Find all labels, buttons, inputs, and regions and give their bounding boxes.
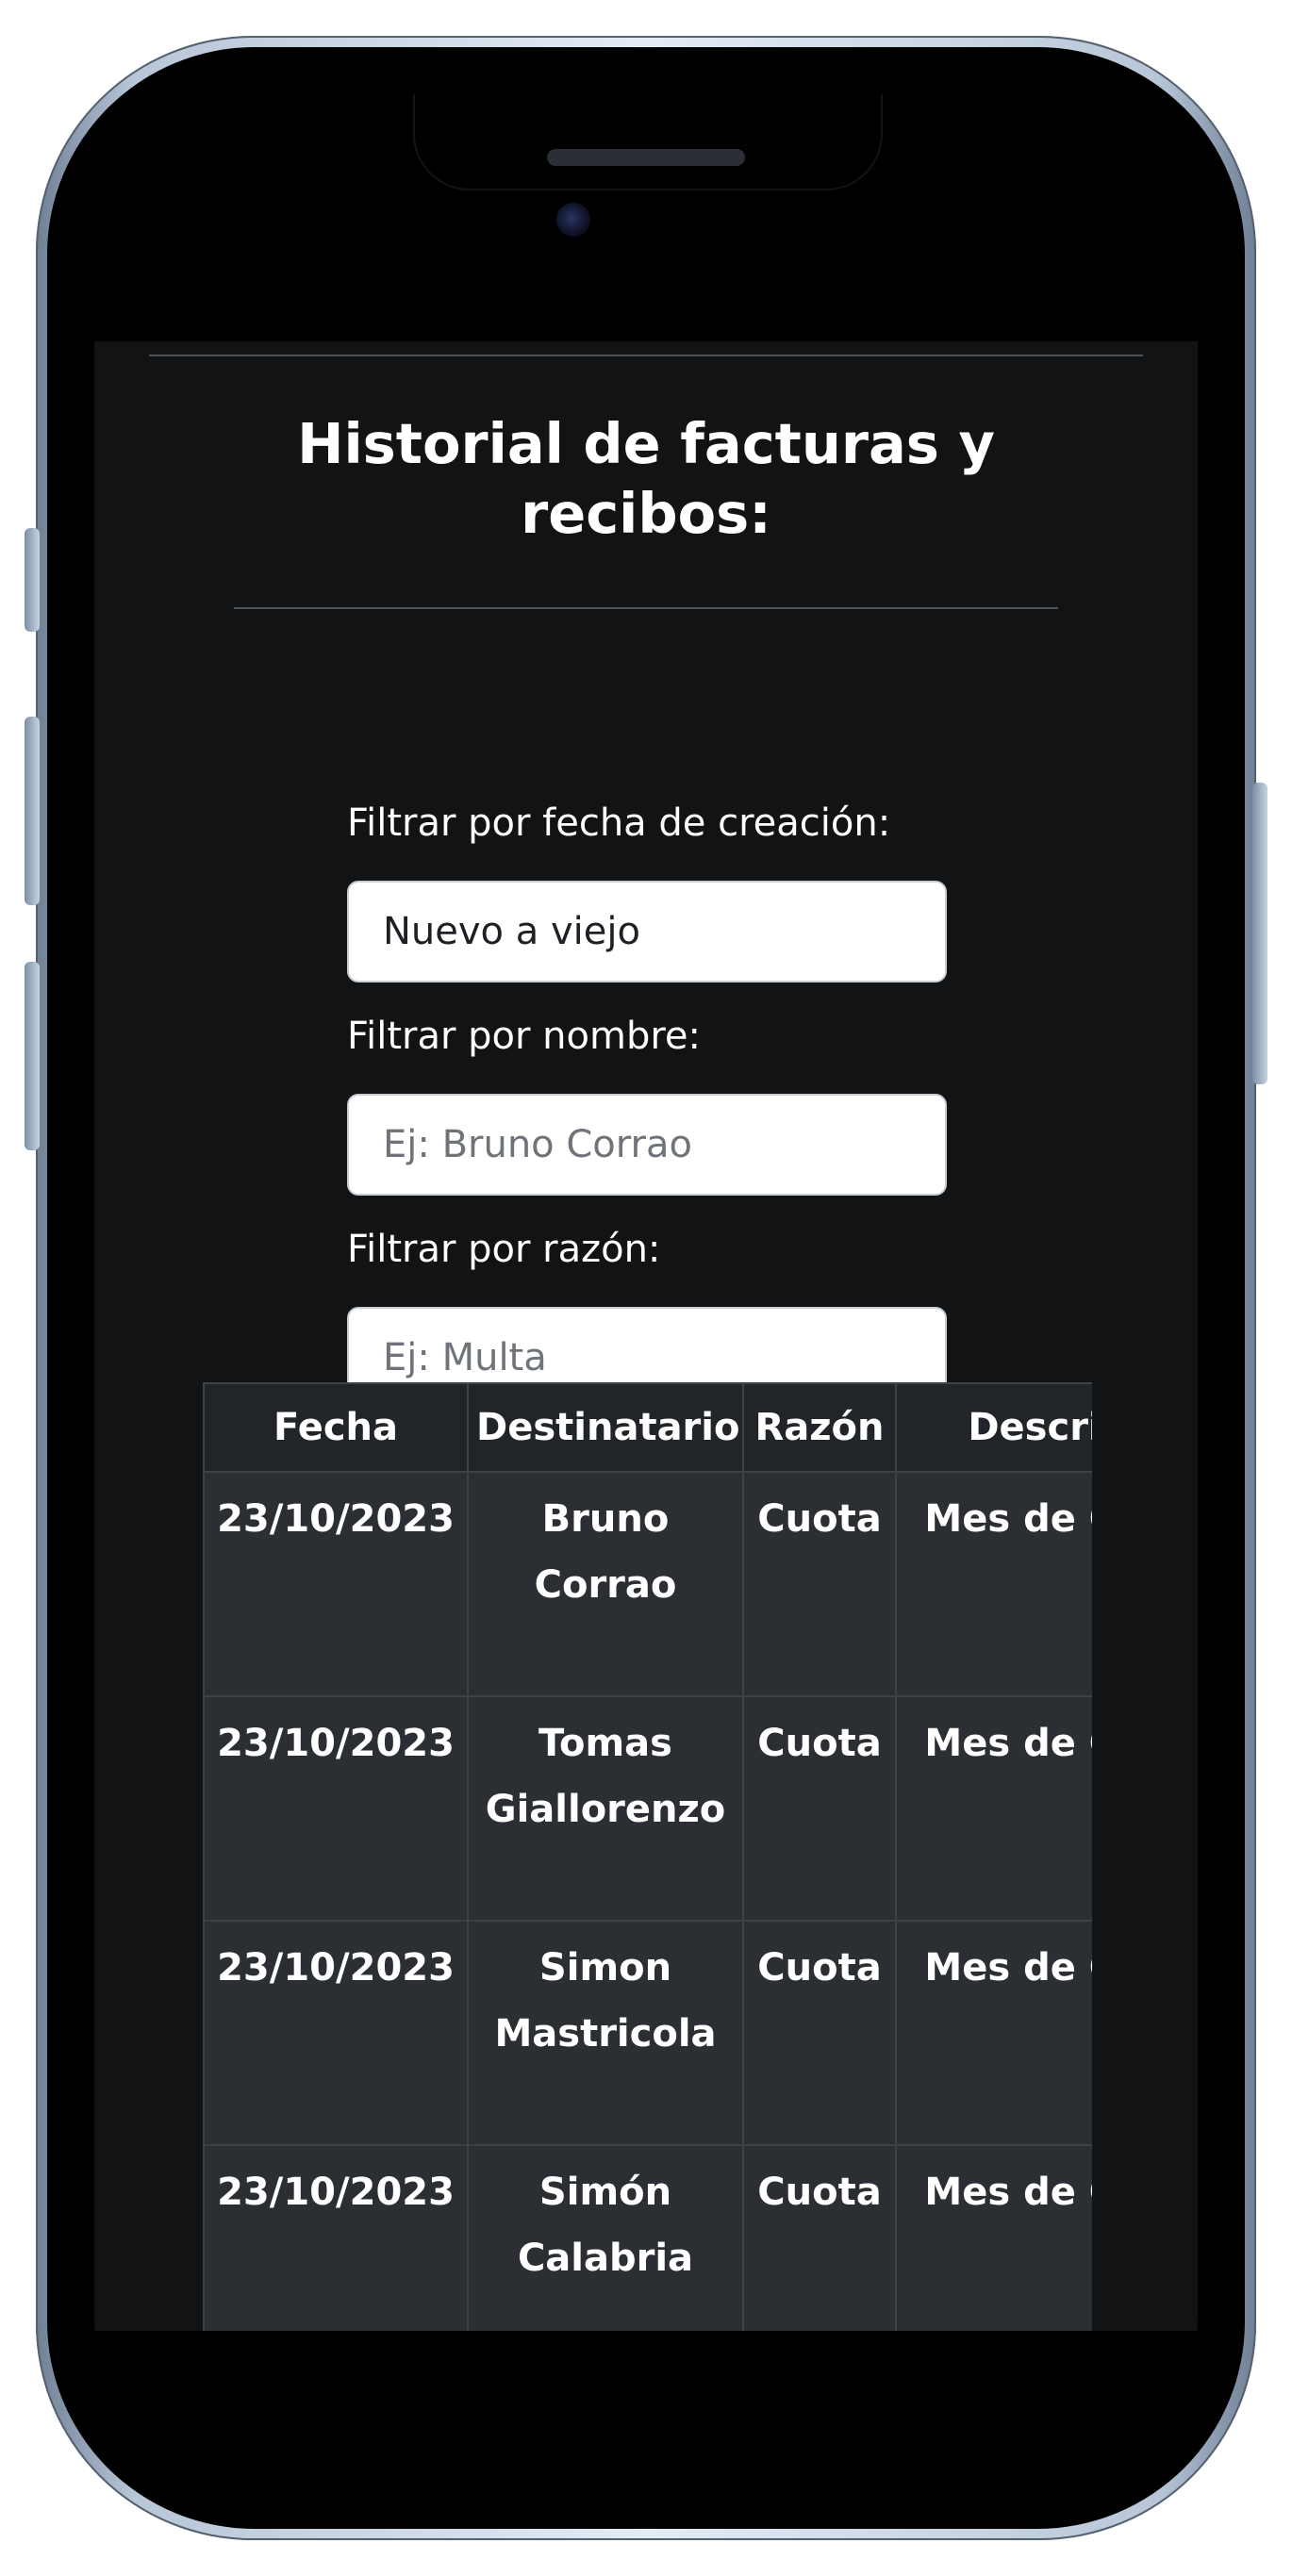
cell-descripcion: Mes de Octubre [895,1695,1092,1922]
date-filter-label: Filtrar por fecha de creación: [347,801,891,845]
header-razon: Razón [742,1382,897,1473]
cell-destinatario: Tomas Giallorenzo [467,1695,744,1922]
table-row: 23/10/2023 Bruno Corrao Cuota Mes de Oct… [203,1471,1092,1697]
side-button-volume-down [25,962,40,1150]
invoices-table: Fecha Destinatario Razón Descripción 23/… [203,1382,1092,2331]
cell-descripcion: Mes de Octubre [895,1471,1092,1697]
speaker-grille [547,149,745,166]
header-fecha: Fecha [203,1382,469,1473]
cell-fecha: 23/10/2023 [203,2144,469,2331]
divider [149,355,1143,356]
name-filter-label: Filtrar por nombre: [347,1015,701,1058]
camera-icon [556,203,590,237]
cell-destinatario: Bruno Corrao [467,1471,744,1697]
table-row: 23/10/2023 Simón Calabria Cuota Mes de O… [203,2144,1092,2331]
page-title: Historial de facturas y recibos: [297,411,995,546]
cell-descripcion: Mes de Octubre [895,2144,1092,2331]
cell-descripcion: Mes de Octubre [895,1920,1092,2146]
web-content: Historial de facturas y recibos: Filtrar… [94,341,1198,2331]
cell-fecha: 23/10/2023 [203,1920,469,2146]
table-row: 23/10/2023 Tomas Giallorenzo Cuota Mes d… [203,1695,1092,1922]
divider [234,607,1058,609]
table-header-row: Fecha Destinatario Razón Descripción [203,1382,1092,1473]
invoices-table-container[interactable]: Fecha Destinatario Razón Descripción 23/… [203,1382,1092,2331]
cell-fecha: 23/10/2023 [203,1695,469,1922]
cell-fecha: 23/10/2023 [203,1471,469,1697]
cell-razon: Cuota [742,1695,897,1922]
side-button-volume-up [25,717,40,905]
cell-destinatario: Simon Mastricola [467,1920,744,2146]
date-filter-value: Nuevo a viejo [383,910,640,953]
phone-screen: Historial de facturas y recibos: Filtrar… [94,94,1198,2482]
table-row: 23/10/2023 Simon Mastricola Cuota Mes de… [203,1920,1092,2146]
screen-bottom-area [94,2331,1198,2482]
side-button-power [1252,783,1267,1084]
header-destinatario: Destinatario [467,1382,744,1473]
notch [413,94,883,190]
header-descripcion: Descripción [895,1382,1092,1473]
name-filter-input[interactable] [347,1094,947,1196]
cell-razon: Cuota [742,1920,897,2146]
cell-razon: Cuota [742,1471,897,1697]
reason-filter-label: Filtrar por razón: [347,1228,661,1271]
date-filter-select[interactable]: Nuevo a viejo [347,881,947,983]
side-button-silent [25,528,40,632]
cell-razon: Cuota [742,2144,897,2331]
cell-destinatario: Simón Calabria [467,2144,744,2331]
